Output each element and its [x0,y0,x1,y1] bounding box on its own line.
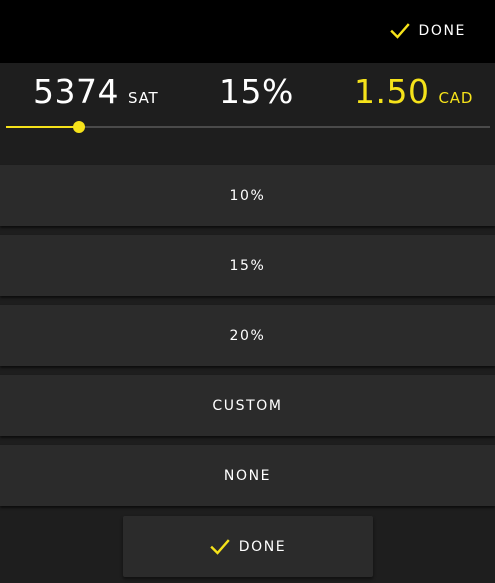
option-15-percent-button[interactable]: 15% [0,235,495,296]
top-done-button[interactable]: DONE [390,20,466,42]
option-none-button[interactable]: NONE [0,445,495,506]
sat-value: 5374 [33,72,119,111]
tip-percent: 15% [219,72,294,111]
option-label: NONE [223,467,272,484]
option-custom-button[interactable]: CUSTOM [0,375,495,436]
option-label: CUSTOM [212,397,283,414]
fiat-value: 1.50 [354,72,430,111]
bottom-done-button[interactable]: DONE [123,516,373,577]
sat-amount: 5374 SAT [33,72,158,111]
fiat-unit: CAD [438,89,474,107]
top-bar: DONE [0,0,495,63]
tip-slider[interactable] [6,119,490,135]
bottom-done-label: DONE [238,538,287,555]
fiat-amount: 1.50 CAD [354,72,473,111]
amount-summary: 5374 SAT 15% 1.50 CAD [0,63,495,163]
check-icon [390,23,411,39]
option-20-percent-button[interactable]: 20% [0,305,495,366]
check-icon [210,538,230,555]
top-done-label: DONE [418,23,466,39]
slider-thumb[interactable] [73,121,85,133]
option-label: 15% [229,257,266,274]
sat-unit: SAT [127,89,159,107]
option-label: 20% [229,327,266,344]
percent-value: 15% [219,72,294,111]
option-label: 10% [229,187,266,204]
slider-fill [6,126,79,128]
option-10-percent-button[interactable]: 10% [0,165,495,226]
tip-selector-screen: DONE 5374 SAT 15% 1.50 CAD 10% 15% 20% C… [0,0,495,583]
